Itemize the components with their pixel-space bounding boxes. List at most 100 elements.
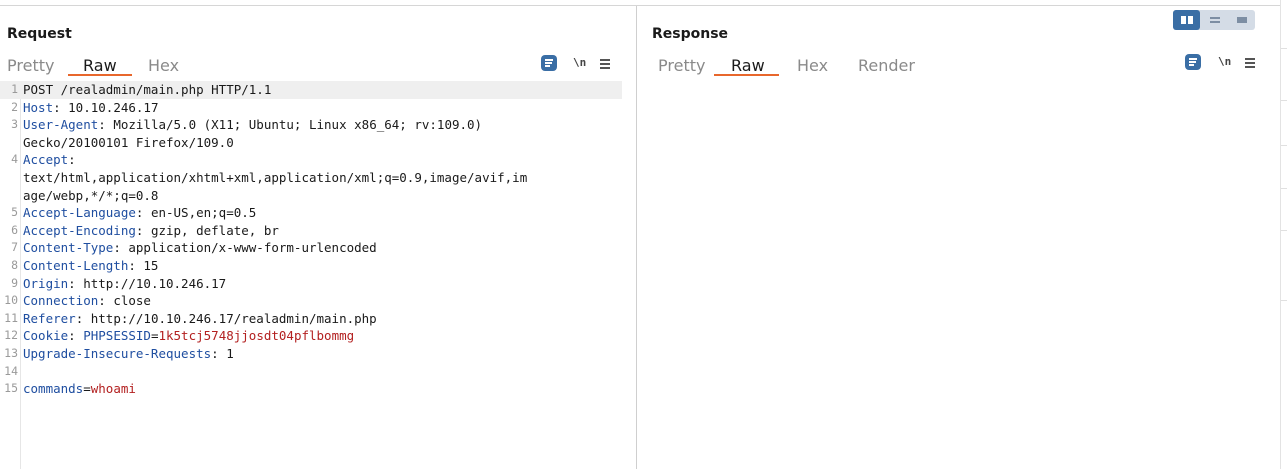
param-value: whoami: [90, 381, 136, 397]
tab-pretty[interactable]: Pretty: [7, 56, 54, 75]
line-number: 11: [4, 310, 18, 325]
code-fragment: age/webp,*/*;q=0.8: [23, 187, 159, 203]
tab-hex[interactable]: Hex: [797, 56, 828, 75]
header-name: Content-Type: [23, 240, 114, 256]
active-tab-underline: [714, 74, 779, 76]
code-text: text/html,application/xhtml+xml,applicat…: [23, 169, 527, 187]
code-text: Accept-Language: en-US,en;q=0.5: [23, 204, 256, 222]
request-editor[interactable]: 1 POST /realadmin/main.php HTTP/1.1 2 Host:…: [0, 81, 636, 469]
line-number: 6: [11, 222, 18, 237]
code-text: POST /realadmin/main.php HTTP/1.1: [23, 81, 271, 99]
response-title: Response: [652, 26, 729, 42]
code-line: 6 Accept-Encoding: gzip, deflate, br: [0, 222, 622, 240]
code-fragment: Gecko/20100101 Firefox/109.0: [23, 134, 234, 150]
code-fragment: : application/x-www-form-urlencoded: [113, 240, 377, 256]
code-fragment: =: [83, 381, 91, 397]
code-line: 12 Cookie: PHPSESSID=1k5tcj5748jjosdt04pf…: [0, 327, 622, 345]
single-panel-icon[interactable]: [1228, 10, 1255, 30]
wrap-lines-icon[interactable]: [541, 55, 557, 71]
code-line: 15 commands=whoami: [0, 380, 622, 398]
line-number: 1: [11, 82, 18, 96]
newline-toggle-icon[interactable]: \n: [1218, 55, 1231, 68]
code-line: 10 Connection: close: [0, 292, 622, 310]
code-text: Connection: close: [23, 292, 151, 310]
code-line: 14: [0, 363, 622, 381]
line-number: 9: [11, 275, 18, 290]
code-line: 2 Host: 10.10.246.17: [0, 99, 622, 117]
code-text: Referer: http://10.10.246.17/realadmin/m…: [23, 310, 377, 328]
code-fragment: : 15: [128, 258, 159, 273]
code-fragment: :: [68, 152, 76, 168]
line-number: 5: [11, 205, 18, 220]
code-text: Origin: http://10.10.246.17: [23, 275, 226, 293]
line-number: 12: [4, 328, 18, 343]
header-name: Accept-Encoding: [23, 222, 136, 238]
tab-raw[interactable]: Raw: [83, 56, 117, 75]
wrap-lines-icon[interactable]: [1185, 54, 1201, 70]
code-fragment: : http://10.10.246.17/realadmin/main.php: [75, 310, 377, 326]
menu-icon[interactable]: [600, 59, 610, 71]
header-name: Cookie: [23, 328, 69, 344]
code-text: Content-Type: application/x-www-form-url…: [23, 239, 377, 257]
code-fragment: : http://10.10.246.17: [68, 275, 227, 291]
line-number: 3: [11, 117, 18, 132]
right-sidebar-edge: [1280, 0, 1287, 469]
code-line: 11 Referer: http://10.10.246.17/realadmin…: [0, 310, 622, 328]
code-fragment: : gzip, deflate, br: [135, 222, 279, 238]
code-fragment: text/html,application/xhtml+xml,applicat…: [23, 170, 528, 185]
tab-render[interactable]: Render: [858, 56, 915, 75]
code-fragment: : en-US,en;q=0.5: [135, 205, 257, 221]
code-fragment: POST /realadmin/main.php HTTP/1.1: [23, 82, 272, 97]
code-text: Content-Length: 15: [23, 257, 158, 275]
layout-switch: [1173, 10, 1255, 30]
code-fragment: : 10.10.246.17: [53, 99, 159, 115]
header-name: User-Agent: [23, 117, 99, 133]
side-by-side-icon[interactable]: [1173, 10, 1200, 30]
line-number: 2: [11, 99, 18, 114]
code-line: text/html,application/xhtml+xml,applicat…: [0, 169, 622, 187]
tab-pretty[interactable]: Pretty: [658, 56, 705, 75]
line-number: 13: [4, 346, 18, 360]
code-text: Host: 10.10.246.17: [23, 99, 158, 117]
header-name: Host: [23, 99, 54, 115]
code-text: Accept:: [23, 151, 76, 169]
tab-hex[interactable]: Hex: [148, 56, 179, 75]
code-line: 8 Content-Length: 15: [0, 257, 622, 275]
line-number: 15: [4, 381, 18, 396]
tab-raw[interactable]: Raw: [731, 56, 765, 75]
code-line: 9 Origin: http://10.10.246.17: [0, 275, 622, 293]
code-text: Cookie: PHPSESSID=1k5tcj5748jjosdt04pflb…: [23, 327, 354, 345]
code-line: 4 Accept:: [0, 151, 622, 169]
header-name: Accept: [23, 152, 69, 168]
code-text: commands=whoami: [23, 380, 136, 398]
request-title: Request: [7, 26, 72, 42]
newline-toggle-icon[interactable]: \n: [573, 56, 586, 69]
code-text: Accept-Encoding: gzip, deflate, br: [23, 222, 279, 240]
code-fragment: : Mozilla/5.0 (X11; Ubuntu; Linux x86_64…: [98, 117, 483, 133]
request-panel: Request Pretty Raw Hex \n 1 POST /realadm…: [0, 6, 637, 469]
code-line: 1 POST /realadmin/main.php HTTP/1.1: [0, 81, 622, 99]
code-line: 5 Accept-Language: en-US,en;q=0.5: [0, 204, 622, 222]
header-name: Content-Length: [23, 258, 129, 273]
header-name: Connection: [23, 293, 99, 309]
header-name: Accept-Language: [23, 205, 136, 221]
code-text: age/webp,*/*;q=0.8: [23, 187, 158, 205]
code-line: Gecko/20100101 Firefox/109.0: [0, 134, 622, 152]
code-line: 7 Content-Type: application/x-www-form-ur…: [0, 239, 622, 257]
param-name: PHPSESSID: [83, 328, 151, 344]
param-name: commands: [23, 381, 84, 397]
header-name: Referer: [23, 310, 76, 326]
response-editor[interactable]: [637, 81, 1280, 469]
line-number: 8: [11, 258, 18, 272]
code-fragment: :: [68, 328, 84, 344]
code-line: 3 User-Agent: Mozilla/5.0 (X11; Ubuntu; L…: [0, 116, 622, 134]
stacked-icon[interactable]: [1201, 10, 1228, 30]
menu-icon[interactable]: [1245, 58, 1255, 70]
response-panel: Response Pretty Raw Hex Render \n: [637, 6, 1280, 469]
line-number: 14: [4, 363, 18, 378]
code-fragment: : 1: [211, 346, 234, 361]
header-name: Upgrade-Insecure-Requests: [23, 346, 212, 361]
code-line: 13 Upgrade-Insecure-Requests: 1: [0, 345, 622, 363]
code-text: User-Agent: Mozilla/5.0 (X11; Ubuntu; Li…: [23, 116, 482, 134]
code-text: Upgrade-Insecure-Requests: 1: [23, 345, 234, 363]
